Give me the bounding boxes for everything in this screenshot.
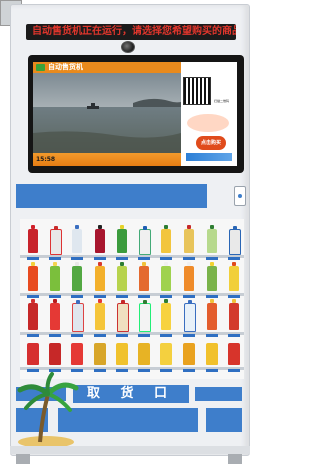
ticker-text: 自动售货机正在运行，请选择您希望购买的商品… bbox=[32, 26, 236, 37]
product-can[interactable] bbox=[49, 343, 61, 365]
screen-footer bbox=[33, 153, 181, 166]
product-bottle[interactable] bbox=[161, 299, 171, 330]
product-can[interactable] bbox=[27, 343, 39, 365]
product-can[interactable] bbox=[206, 343, 218, 365]
palm-tree-icon bbox=[17, 372, 79, 448]
product-bottle[interactable] bbox=[95, 299, 105, 330]
product-can[interactable] bbox=[160, 343, 172, 365]
product-bottle[interactable] bbox=[229, 299, 239, 330]
product-can[interactable] bbox=[138, 343, 150, 365]
blue-panel bbox=[16, 184, 207, 208]
product-bottle[interactable] bbox=[207, 262, 217, 291]
product-bottle[interactable] bbox=[229, 226, 241, 255]
product-bottle[interactable] bbox=[50, 262, 60, 291]
product-bottle[interactable] bbox=[139, 262, 149, 291]
product-bottle[interactable] bbox=[207, 299, 217, 330]
boat bbox=[87, 106, 99, 109]
product-bottle[interactable] bbox=[229, 262, 239, 291]
coupon-graphic bbox=[187, 114, 229, 132]
product-can[interactable] bbox=[71, 343, 83, 365]
video-area bbox=[33, 73, 181, 153]
product-bottle[interactable] bbox=[72, 300, 84, 332]
lower-panel bbox=[206, 408, 242, 432]
product-bottle[interactable] bbox=[139, 226, 151, 255]
app-logo-icon bbox=[36, 64, 45, 71]
product-bottle[interactable] bbox=[28, 262, 38, 291]
product-bottle[interactable] bbox=[207, 225, 217, 253]
product-bottle[interactable] bbox=[28, 225, 38, 253]
product-bottle[interactable] bbox=[184, 300, 196, 332]
seascape-image bbox=[33, 73, 181, 153]
screen-title: 自动售货机 bbox=[48, 63, 83, 71]
led-ticker: 自动售货机正在运行，请选择您希望购买的商品… bbox=[26, 24, 236, 40]
product-can[interactable] bbox=[228, 343, 240, 365]
qr-code-icon bbox=[183, 77, 211, 105]
card-reader-icon[interactable] bbox=[234, 186, 246, 206]
promo-banner bbox=[186, 153, 232, 161]
product-bottle[interactable] bbox=[139, 300, 151, 332]
product-can[interactable] bbox=[94, 343, 106, 365]
product-bottle[interactable] bbox=[184, 262, 194, 291]
camera-icon bbox=[121, 41, 135, 53]
product-bottle[interactable] bbox=[95, 225, 105, 253]
product-bottle[interactable] bbox=[161, 262, 171, 291]
product-bottle[interactable] bbox=[72, 225, 82, 253]
machine-leg bbox=[228, 454, 242, 464]
product-can[interactable] bbox=[183, 343, 195, 365]
product-bottle[interactable] bbox=[50, 299, 60, 330]
product-bottle[interactable] bbox=[117, 300, 129, 332]
scan-hint-text: 扫描二维码 bbox=[214, 99, 230, 103]
outlet-side-panel bbox=[195, 387, 242, 401]
product-bottle[interactable] bbox=[117, 225, 127, 253]
buy-button[interactable]: 点击购买 bbox=[196, 136, 226, 150]
product-bottle[interactable] bbox=[50, 226, 62, 255]
product-bottle[interactable] bbox=[161, 225, 171, 253]
product-bottle[interactable] bbox=[117, 262, 127, 291]
machine-leg bbox=[16, 454, 30, 464]
clock-text: 15:58 bbox=[36, 156, 56, 163]
product-bottle[interactable] bbox=[184, 225, 194, 253]
product-bottle[interactable] bbox=[28, 299, 38, 330]
pickup-outlet-label[interactable]: 取 货 口 bbox=[73, 385, 189, 403]
machine-base bbox=[10, 446, 250, 454]
product-bottle[interactable] bbox=[95, 262, 105, 291]
product-can[interactable] bbox=[116, 343, 128, 365]
product-bottle[interactable] bbox=[72, 262, 82, 291]
